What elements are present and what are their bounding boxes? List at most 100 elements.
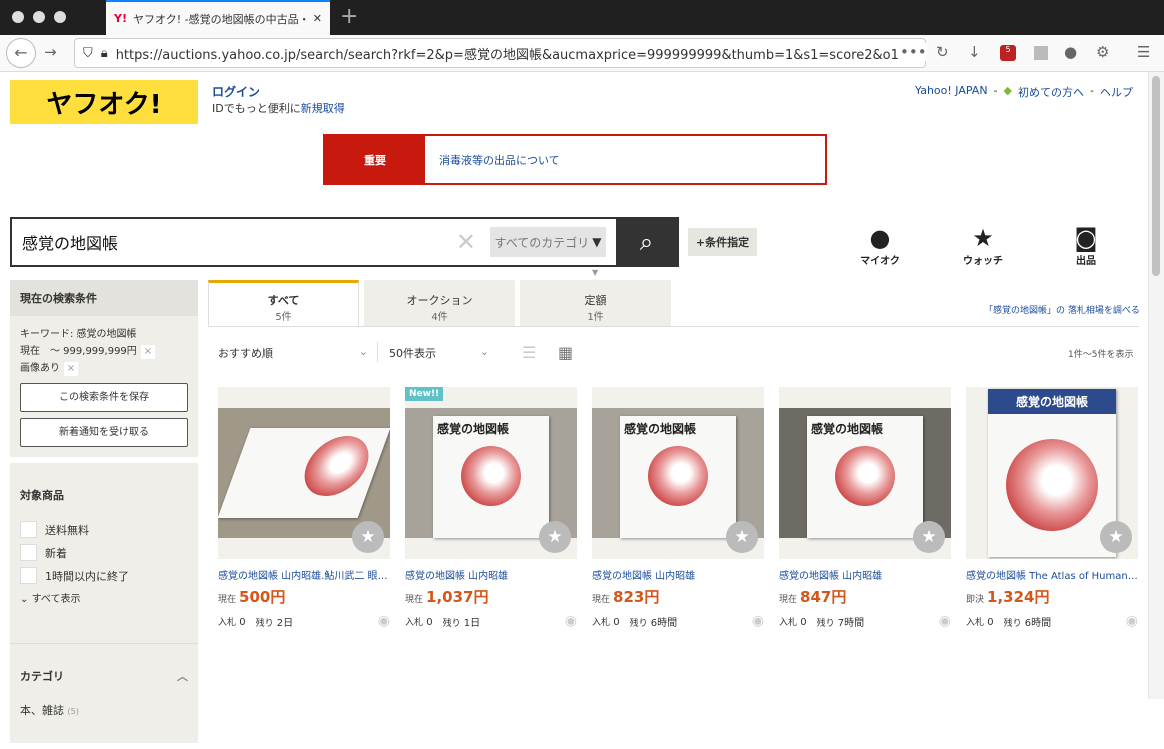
product-image[interactable]: 感覚の地図帳 ★	[779, 387, 951, 559]
product-image[interactable]: 感覚の地図帳 New!! ★	[405, 387, 577, 559]
back-button[interactable]: ←	[6, 38, 36, 68]
chevron-up-icon[interactable]: ︿	[177, 668, 188, 684]
bids-count: 0	[800, 616, 807, 628]
label: 送料無料	[45, 523, 89, 537]
search-button[interactable]: ⌕	[616, 219, 677, 265]
product-card[interactable]: 感覚の地図帳 ★ 感覚の地図帳 山内昭雄 現在 823円 入札 0 残り 6時間 …	[592, 387, 764, 629]
help-link[interactable]: ヘルプ	[1100, 84, 1133, 100]
time-left-label: 残り	[442, 618, 461, 629]
remove-icon[interactable]: ×	[140, 345, 155, 359]
clear-icon[interactable]: ✕	[456, 228, 476, 256]
browser-tab[interactable]: Y! ヤフオク! -感覚の地図帳の中古品・新品・未使用品一覧 ✕	[106, 0, 330, 35]
hide-eye-icon[interactable]: ◉	[939, 613, 951, 629]
sort-select[interactable]: おすすめ順 ⌄	[218, 345, 368, 361]
search-icon: ⌕	[639, 228, 654, 256]
menu-icon[interactable]: ☰	[1137, 43, 1150, 61]
extension-icon-3[interactable]: ⚙	[1096, 43, 1109, 61]
maximize-window-button[interactable]	[54, 11, 66, 23]
watch-star-button[interactable]: ★	[726, 521, 758, 553]
yahoo-japan-link[interactable]: Yahoo! JAPAN	[915, 84, 988, 100]
register-link[interactable]: 新規取得	[301, 102, 345, 115]
favicon-icon: Y!	[114, 12, 127, 25]
product-image[interactable]: 感覚の地図帳 ★	[592, 387, 764, 559]
bids-label: 入札	[592, 617, 611, 628]
tab-auction[interactable]: オークション 4件	[364, 280, 515, 326]
notify-button[interactable]: 新着通知を受け取る	[20, 418, 188, 447]
product-title[interactable]: 感覚の地図帳 山内昭雄	[405, 567, 577, 582]
label: 50件表示	[389, 347, 436, 360]
list-view-icon[interactable]: ☰	[522, 343, 536, 362]
label: 出品	[1076, 256, 1096, 267]
checkbox-free-shipping[interactable]: 送料無料	[20, 521, 188, 538]
checkbox-new[interactable]: 新着	[20, 544, 188, 561]
per-page-select[interactable]: 50件表示 ⌄	[389, 345, 489, 361]
bids-label: 入札	[218, 617, 237, 628]
save-search-button[interactable]: この検索条件を保存	[20, 383, 188, 412]
label: すべて表示	[31, 594, 81, 605]
category-link[interactable]: 本、雑誌	[20, 704, 64, 717]
price-value: 500円	[239, 588, 286, 606]
hide-eye-icon[interactable]: ◉	[378, 613, 390, 629]
hide-eye-icon[interactable]: ◉	[1126, 613, 1138, 629]
market-price-link[interactable]: 「感覚の地図帳」の 落札相場を調べる	[984, 303, 1140, 316]
time-left: 7時間	[837, 617, 865, 629]
ublock-icon[interactable]: 5	[1000, 45, 1016, 61]
minimize-window-button[interactable]	[33, 11, 45, 23]
time-left-label: 残り	[816, 618, 835, 629]
url-text: https://auctions.yahoo.co.jp/search/sear…	[115, 47, 919, 63]
product-image[interactable]: ★	[218, 387, 390, 559]
divider	[377, 342, 378, 362]
close-tab-icon[interactable]: ✕	[313, 12, 322, 25]
checkbox-ending-soon[interactable]: 1時間以内に終了	[20, 567, 188, 584]
new-tab-button[interactable]: +	[340, 4, 358, 29]
product-title[interactable]: 感覚の地図帳 山内昭雄	[592, 567, 764, 582]
close-window-button[interactable]	[12, 11, 24, 23]
notice-link[interactable]: 消毒液等の出品について	[439, 152, 560, 168]
tab-fixed[interactable]: 定額 1件	[520, 280, 671, 326]
price: 現在 500円	[218, 586, 390, 607]
price-value: 1,324円	[987, 588, 1050, 606]
download-icon[interactable]: ↓	[968, 43, 981, 61]
login-link[interactable]: ログイン	[212, 85, 260, 99]
tab-all[interactable]: すべて 5件	[208, 280, 359, 326]
price-value: 1,037円	[426, 588, 489, 606]
product-title[interactable]: 感覚の地図帳 山内昭雄.鮎川武二 眼 …	[218, 567, 390, 582]
watch-star-button[interactable]: ★	[1100, 521, 1132, 553]
cover-title: 感覚の地図帳	[811, 422, 884, 436]
label: マイオク	[860, 256, 900, 267]
scrollbar-thumb[interactable]	[1152, 76, 1160, 276]
condition-button[interactable]: +条件指定	[688, 228, 757, 256]
remove-icon[interactable]: ×	[64, 362, 78, 376]
product-image[interactable]: 感覚の地図帳 ★	[966, 387, 1138, 559]
time-left: 2日	[276, 617, 294, 629]
watch-star-button[interactable]: ★	[352, 521, 384, 553]
product-card[interactable]: 感覚の地図帳 New!! ★ 感覚の地図帳 山内昭雄 現在 1,037円 入札 0…	[405, 387, 577, 629]
hide-eye-icon[interactable]: ◉	[752, 613, 764, 629]
hide-eye-icon[interactable]: ◉	[565, 613, 577, 629]
new-badge: New!!	[405, 387, 444, 401]
watch-button[interactable]: ★ ウォッチ	[953, 224, 1013, 267]
product-card[interactable]: 感覚の地図帳 ★ 感覚の地図帳 山内昭雄 現在 847円 入札 0 残り 7時間 …	[779, 387, 951, 629]
grid-view-icon[interactable]: ▦	[558, 343, 573, 362]
yahuoku-logo[interactable]: ヤフオク!	[10, 80, 198, 124]
beginner-link[interactable]: 初めての方へ	[1018, 84, 1084, 100]
product-card[interactable]: 感覚の地図帳 ★ 感覚の地図帳 The Atlas of Human … 即決 1…	[966, 387, 1138, 629]
more-icon[interactable]: •••	[900, 43, 927, 61]
my-auction-button[interactable]: ● マイオク	[850, 224, 910, 267]
label: オークション	[406, 294, 473, 307]
watch-star-button[interactable]: ★	[913, 521, 945, 553]
category-select[interactable]: すべてのカテゴリ ▼	[490, 227, 606, 257]
sell-button[interactable]: ◙ 出品	[1056, 224, 1116, 267]
product-title[interactable]: 感覚の地図帳 The Atlas of Human …	[966, 567, 1138, 582]
result-tabs: すべて 5件 オークション 4件 定額 1件	[208, 280, 671, 326]
product-card[interactable]: ★ 感覚の地図帳 山内昭雄.鮎川武二 眼 … 現在 500円 入札 0 残り 2日…	[218, 387, 390, 629]
url-bar[interactable]: ⛉ 🔒︎ https://auctions.yahoo.co.jp/search…	[74, 38, 926, 68]
product-title[interactable]: 感覚の地図帳 山内昭雄	[779, 567, 951, 582]
extension-icon-2[interactable]: ●	[1064, 43, 1077, 61]
search-input[interactable]: 感覚の地図帳	[12, 230, 456, 254]
show-all-link[interactable]: ⌄ すべて表示	[20, 590, 188, 605]
forward-button[interactable]: →	[44, 43, 57, 61]
extension-icon[interactable]	[1034, 46, 1048, 60]
reload-button[interactable]: ↻	[936, 43, 949, 61]
watch-star-button[interactable]: ★	[539, 521, 571, 553]
